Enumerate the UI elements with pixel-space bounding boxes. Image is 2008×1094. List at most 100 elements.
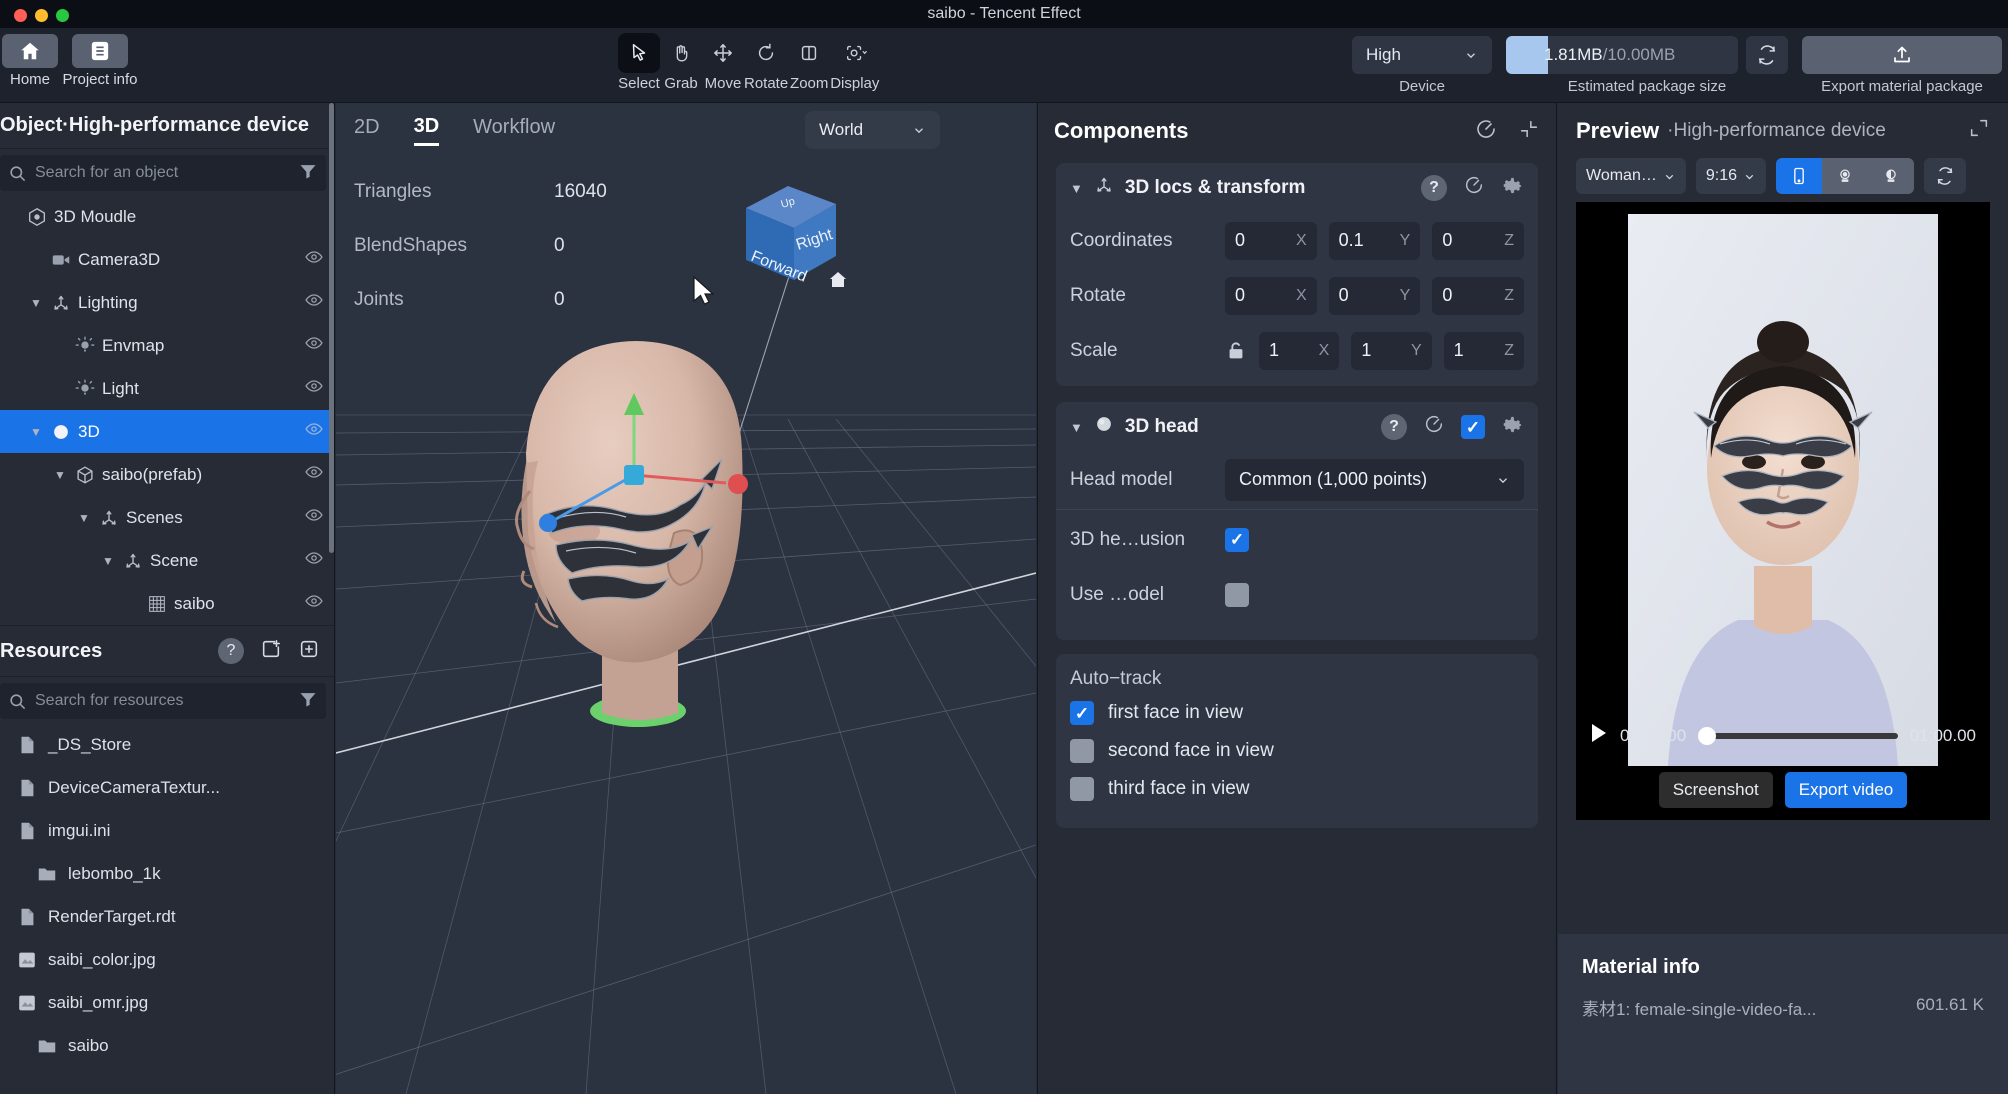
coordinates-x-input[interactable]: 0X <box>1225 221 1317 260</box>
resource-item[interactable]: saibi_omr.jpg <box>0 981 334 1024</box>
scale-z-input[interactable]: 1Z <box>1443 331 1524 370</box>
visibility-eye-icon[interactable] <box>304 591 324 616</box>
tab-workflow[interactable]: Workflow <box>473 116 555 144</box>
transform-card-header[interactable]: ▼ 3D locs & transform ? <box>1056 163 1538 213</box>
scale-lock-icon[interactable] <box>1225 340 1259 362</box>
view-cube[interactable]: Up Forward Right <box>726 168 866 298</box>
scale-x-input[interactable]: 1X <box>1259 331 1340 370</box>
viewport-3d[interactable]: 2D 3D Workflow World Triangles 16040 Ble… <box>336 103 1036 1094</box>
export-material-package-button[interactable] <box>1802 36 2002 74</box>
caret-down-icon[interactable]: ▼ <box>78 511 92 525</box>
object-tree-item-saibo-prefab[interactable]: ▼ saibo(prefab) <box>0 453 334 496</box>
home-icon[interactable] <box>830 272 846 287</box>
expand-icon[interactable] <box>1968 117 1990 144</box>
question-icon[interactable]: ? <box>218 638 244 664</box>
object-tree-item-scenes[interactable]: ▼ Scenes <box>0 496 334 539</box>
reset-icon[interactable] <box>1463 174 1485 202</box>
preview-ratio-selector[interactable]: 9:16 <box>1695 158 1766 194</box>
object-tree-item-envmap[interactable]: Envmap <box>0 324 334 367</box>
resource-item[interactable]: _DS_Store <box>0 723 334 766</box>
left-panel-scrollbar[interactable] <box>329 103 334 553</box>
package-refresh-button[interactable] <box>1746 36 1788 74</box>
preview-source-selector[interactable]: Woman… <box>1576 158 1686 194</box>
screenshot-button[interactable]: Screenshot <box>1658 772 1773 808</box>
rotate-y-input[interactable]: 0Y <box>1328 276 1421 315</box>
tool-zoom[interactable]: Zoom <box>788 33 830 92</box>
resource-item[interactable]: DeviceCameraTextur... <box>0 766 334 809</box>
question-icon[interactable]: ? <box>1381 414 1407 440</box>
auto-track-third-face-row[interactable]: third face in view <box>1056 770 1538 808</box>
question-icon[interactable]: ? <box>1421 175 1447 201</box>
visibility-eye-icon[interactable] <box>304 505 324 530</box>
tab-2d[interactable]: 2D <box>354 116 380 144</box>
preview-mode-back-camera[interactable] <box>1867 158 1914 194</box>
resource-search-input[interactable] <box>35 692 290 710</box>
caret-down-icon[interactable]: ▼ <box>102 554 116 568</box>
resource-item[interactable]: imgui.ini <box>0 809 334 852</box>
visibility-eye-icon[interactable] <box>304 290 324 315</box>
object-tree-item-saibo[interactable]: saibo <box>0 582 334 625</box>
filter-icon[interactable] <box>298 161 318 186</box>
caret-down-icon[interactable]: ▼ <box>30 425 44 439</box>
coordinates-z-input[interactable]: 0Z <box>1432 221 1525 260</box>
use-custom-model-checkbox[interactable] <box>1225 582 1249 607</box>
reset-icon[interactable] <box>1474 117 1498 146</box>
rotate-z-input[interactable]: 0Z <box>1432 276 1525 315</box>
device-selector[interactable]: High <box>1352 36 1492 74</box>
project-info-button[interactable]: Project info <box>62 34 138 88</box>
new-folder-icon[interactable] <box>260 638 282 665</box>
head-occlusion-checkbox[interactable]: ✓ <box>1225 527 1249 552</box>
preview-video[interactable] <box>1628 214 1938 766</box>
head-enabled-checkbox[interactable]: ✓ <box>1461 415 1485 439</box>
object-search-input[interactable] <box>35 164 290 182</box>
preview-mode-phone[interactable] <box>1775 158 1822 194</box>
coordinate-space-selector[interactable]: World <box>805 111 940 149</box>
filter-icon[interactable] <box>298 689 318 714</box>
home-button[interactable]: Home <box>0 34 60 88</box>
object-tree-item-scene[interactable]: ▼ Scene <box>0 539 334 582</box>
resource-item[interactable]: lebombo_1k <box>0 852 334 895</box>
preview-progress-track[interactable] <box>1698 726 1898 745</box>
play-icon[interactable] <box>1590 723 1608 748</box>
object-tree-item-3d-moudle[interactable]: 3D Moudle <box>0 195 334 238</box>
visibility-eye-icon[interactable] <box>304 548 324 573</box>
gear-icon[interactable] <box>1501 174 1524 203</box>
auto-track-third-face-checkbox[interactable] <box>1070 777 1094 801</box>
object-tree-item-3d[interactable]: ▼ 3D <box>0 410 334 453</box>
plus-icon[interactable] <box>298 638 320 665</box>
object-tree-item-lighting[interactable]: ▼ Lighting <box>0 281 334 324</box>
tool-rotate[interactable]: Rotate <box>744 33 788 92</box>
caret-down-icon[interactable]: ▼ <box>1070 420 1083 435</box>
visibility-eye-icon[interactable] <box>304 419 324 444</box>
visibility-eye-icon[interactable] <box>304 462 324 487</box>
gear-icon[interactable] <box>1501 413 1524 442</box>
reset-icon[interactable] <box>1423 413 1445 441</box>
rotate-x-input[interactable]: 0X <box>1225 276 1317 315</box>
object-tree-item-light[interactable]: Light <box>0 367 334 410</box>
auto-track-second-face-row[interactable]: second face in view <box>1056 732 1538 770</box>
caret-down-icon[interactable]: ▼ <box>30 296 44 310</box>
head-card-header[interactable]: ▼ 3D head ? ✓ <box>1056 402 1538 452</box>
visibility-eye-icon[interactable] <box>304 247 324 272</box>
tool-select[interactable]: Select <box>618 33 660 92</box>
visibility-eye-icon[interactable] <box>304 333 324 358</box>
resource-item[interactable]: saibo <box>0 1024 334 1067</box>
preview-progress-knob[interactable] <box>1698 726 1717 745</box>
resource-item[interactable]: saibi_color.jpg <box>0 938 334 981</box>
tool-grab[interactable]: Grab <box>660 33 702 92</box>
auto-track-second-face-checkbox[interactable] <box>1070 739 1094 763</box>
visibility-eye-icon[interactable] <box>304 376 324 401</box>
auto-track-first-face-checkbox[interactable]: ✓ <box>1070 701 1094 725</box>
export-video-button[interactable]: Export video <box>1784 772 1908 808</box>
tool-move[interactable]: Move <box>702 33 744 92</box>
collapse-icon[interactable] <box>1518 118 1540 145</box>
tool-display[interactable]: Display <box>830 33 879 92</box>
caret-down-icon[interactable]: ▼ <box>1070 181 1083 196</box>
scale-y-input[interactable]: 1Y <box>1351 331 1432 370</box>
object-tree-item-camera3d[interactable]: Camera3D <box>0 238 334 281</box>
coordinates-y-input[interactable]: 0.1 Y <box>1328 221 1421 260</box>
preview-reload-button[interactable] <box>1923 158 1966 194</box>
preview-mode-front-camera[interactable] <box>1821 158 1868 194</box>
resource-item[interactable]: RenderTarget.rdt <box>0 895 334 938</box>
tab-3d[interactable]: 3D <box>413 115 440 146</box>
